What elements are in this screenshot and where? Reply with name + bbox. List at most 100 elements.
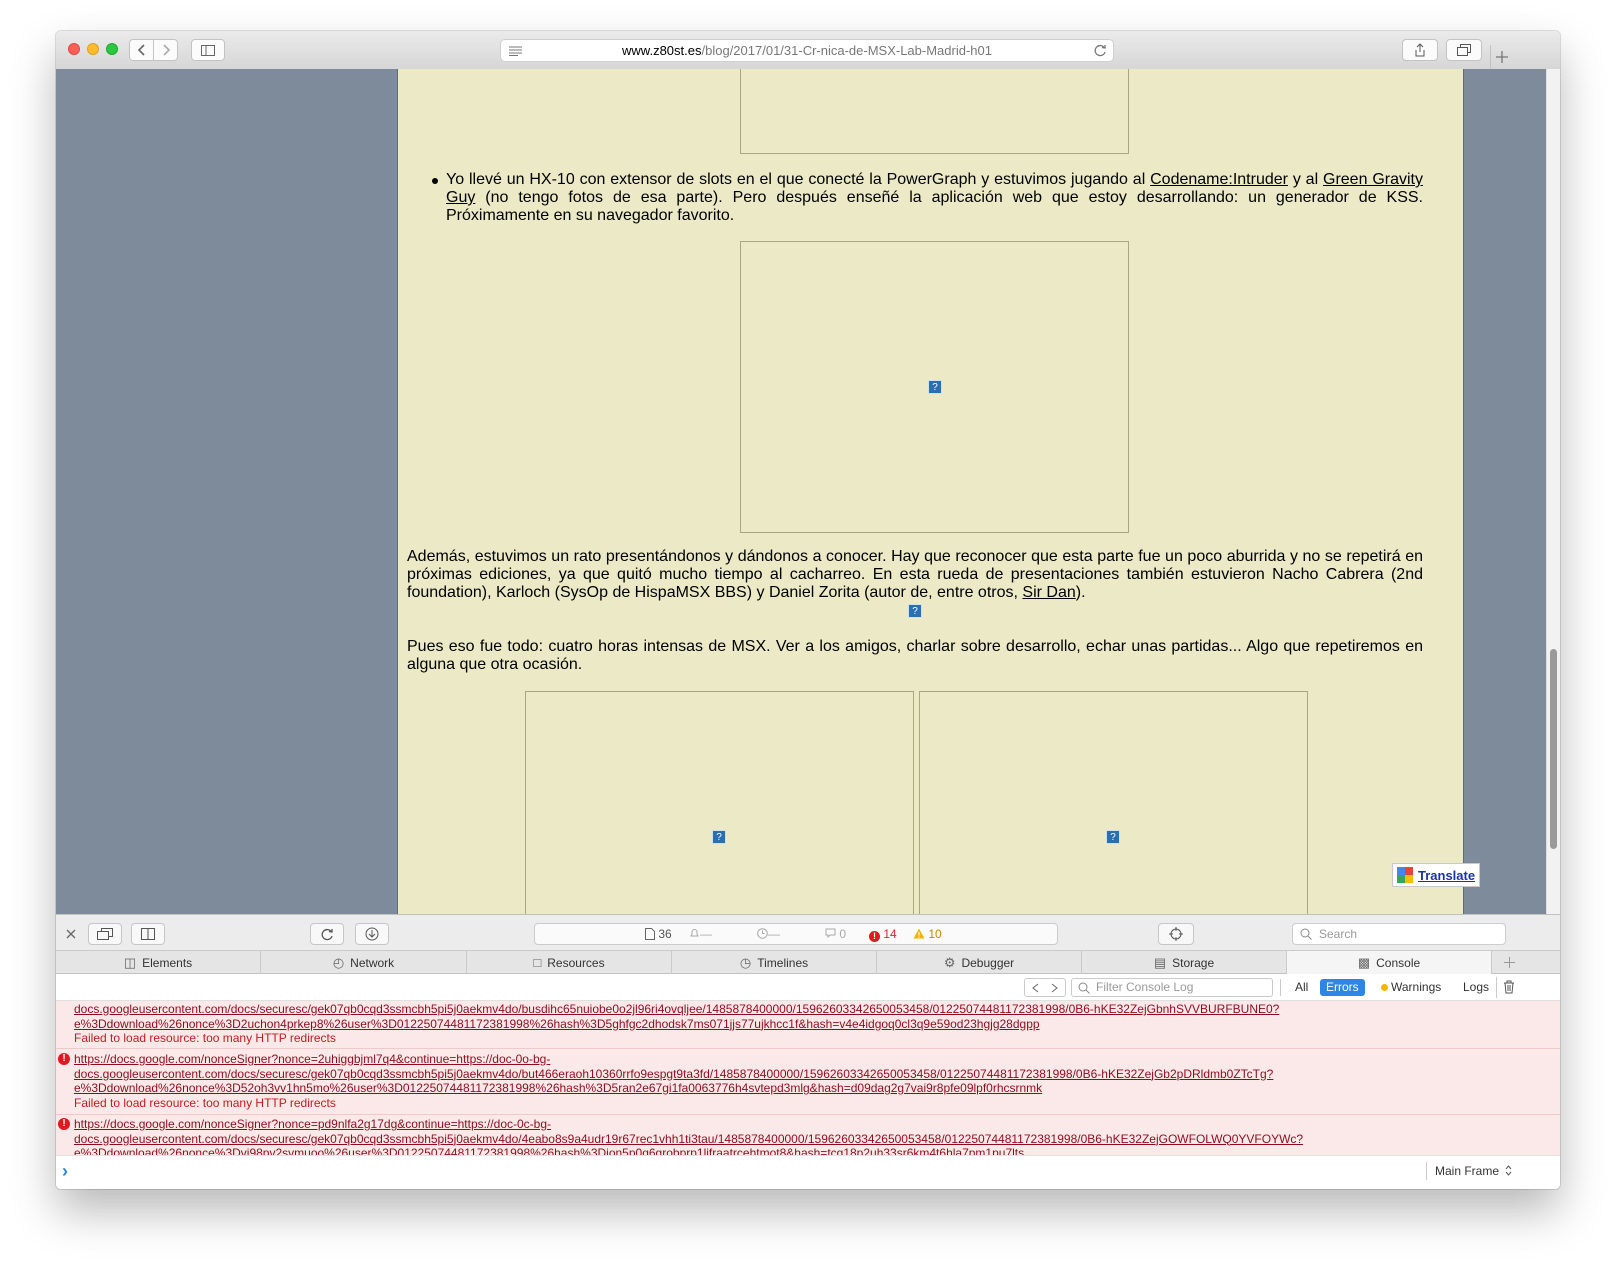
resources-indicator[interactable]: 36 [645, 927, 672, 941]
console-log: docs.googleusercontent.com/docs/securesc… [56, 1001, 1560, 1155]
error-url-line[interactable]: e%3Ddownload%26nonce%3D52oh3vv1hn5mo%26u… [56, 1081, 1560, 1096]
chevron-left-icon[interactable] [1032, 983, 1039, 993]
warnings-indicator[interactable]: 10 [913, 927, 942, 941]
tab-network[interactable]: ◴ Network [261, 951, 467, 974]
page-viewport: Yo llevé un HX-10 con extensor de slots … [56, 69, 1560, 914]
tab-label: Timelines [757, 955, 809, 970]
console-error-entry[interactable]: ! https://docs.google.com/nonceSigner?no… [56, 1117, 1560, 1155]
filter-errors[interactable]: Errors [1320, 979, 1365, 996]
divider [1426, 1162, 1427, 1180]
chevron-right-icon[interactable] [1051, 983, 1058, 993]
tab-elements[interactable]: ◫ Elements [56, 951, 261, 974]
show-tabs-button[interactable] [1446, 39, 1482, 61]
tab-storage[interactable]: ▤ Storage [1082, 951, 1287, 974]
tab-debugger[interactable]: ⚙ Debugger [877, 951, 1082, 974]
navigate-log-buttons[interactable] [1024, 978, 1066, 997]
undock-button[interactable] [88, 923, 122, 945]
activity-status[interactable]: 36 — — 0 ! 14 10 [534, 923, 1058, 945]
close-window-button[interactable] [68, 43, 80, 55]
filter-logs[interactable]: Logs [1457, 979, 1495, 996]
storage-icon: ▤ [1153, 954, 1167, 970]
error-icon: ! [58, 1118, 70, 1130]
close-devtools-button[interactable] [66, 926, 76, 944]
translate-link[interactable]: Translate [1418, 868, 1475, 883]
network-icon: ◴ [332, 954, 345, 970]
console-icon: ▩ [1357, 954, 1371, 970]
minimize-window-button[interactable] [87, 43, 99, 55]
link-codename-intruder[interactable]: Codename:Intruder [1150, 171, 1288, 188]
broken-image-icon: ? [1106, 830, 1120, 844]
error-url-line[interactable]: docs.googleusercontent.com/docs/securesc… [56, 1067, 1560, 1082]
error-url-line[interactable]: https://docs.google.com/nonceSigner?nonc… [56, 1052, 1560, 1067]
back-button[interactable] [129, 39, 154, 61]
errors-count: 14 [883, 927, 897, 941]
scrollbar-thumb[interactable] [1550, 649, 1557, 849]
error-url-line[interactable]: e%3Ddownload%26nonce%3Dvi98pv2svmuoo%26u… [56, 1146, 1560, 1155]
tab-label: Resources [547, 955, 605, 970]
address-bar[interactable]: www.z80st.es/blog/2017/01/31-Cr-nica-de-… [500, 39, 1114, 62]
translate-widget[interactable]: Translate [1392, 863, 1480, 887]
close-icon [66, 929, 76, 939]
reload-icon [321, 928, 333, 940]
reader-icon[interactable] [509, 46, 522, 56]
broken-image-icon: ? [908, 604, 922, 618]
tab-label: Network [350, 955, 395, 970]
article-paragraph: Pues eso fue todo: cuatro horas intensas… [407, 638, 1423, 674]
frame-selector[interactable]: Main Frame [1435, 1164, 1512, 1178]
error-icon: ! [58, 1053, 70, 1065]
trash-icon [1504, 980, 1514, 994]
errors-indicator[interactable]: ! 14 [869, 927, 897, 942]
time-value: — [768, 927, 780, 941]
error-url-line[interactable]: https://docs.google.com/nonceSigner?nonc… [56, 1117, 1560, 1132]
error-message: Failed to load resource: too many HTTP r… [74, 1031, 336, 1045]
link-sir-dan[interactable]: Sir Dan [1022, 584, 1075, 601]
devtools-search-input[interactable]: Search [1292, 923, 1506, 945]
plus-icon [1496, 51, 1508, 63]
reload-page-button[interactable] [310, 923, 344, 945]
resources-icon: □ [533, 955, 542, 970]
sidebar-toggle-button[interactable] [191, 39, 225, 61]
tab-label: Debugger [961, 955, 1015, 970]
console-filter-input[interactable]: Filter Console Log [1071, 978, 1273, 997]
url-path: /blog/2017/01/31-Cr-nica-de-MSX-Lab-Madr… [701, 43, 992, 58]
list-bullet [432, 178, 438, 184]
filter-all[interactable]: All [1289, 979, 1314, 996]
console-filter-bar: Filter Console Log All Errors Warnings L… [56, 974, 1560, 1001]
paragraph-text: ). [1075, 584, 1086, 601]
tab-timelines[interactable]: ◷ Timelines [672, 951, 877, 974]
dock-side-button[interactable] [131, 923, 165, 945]
element-picker-button[interactable] [1158, 923, 1194, 945]
error-url-line[interactable]: docs.googleusercontent.com/docs/securesc… [56, 1002, 1560, 1017]
filter-placeholder: Filter Console Log [1096, 980, 1194, 994]
paragraph-text: Pues eso fue todo: cuatro horas intensas… [407, 638, 1423, 673]
console-error-entry[interactable]: docs.googleusercontent.com/docs/securesc… [56, 1002, 1560, 1049]
warnings-count: 10 [928, 927, 942, 941]
title-bar: www.z80st.es/blog/2017/01/31-Cr-nica-de-… [56, 31, 1560, 70]
plus-icon [1503, 957, 1515, 968]
time-indicator[interactable]: — [757, 927, 780, 941]
add-tab-button[interactable] [1492, 951, 1526, 974]
filter-warnings[interactable]: Warnings [1378, 979, 1447, 996]
devtools-tab-bar: ◫ Elements ◴ Network □ Resources ◷ Timelines… [56, 950, 1560, 974]
reload-icon[interactable] [1094, 44, 1107, 57]
bell-indicator[interactable]: — [689, 927, 712, 941]
console-error-entry[interactable]: ! https://docs.google.com/nonceSigner?no… [56, 1052, 1560, 1115]
new-tab-button[interactable] [1490, 45, 1513, 69]
tab-resources[interactable]: □ Resources [467, 951, 672, 974]
forward-button[interactable] [153, 39, 178, 61]
tab-console[interactable]: ▩ Console [1287, 951, 1492, 974]
share-button[interactable] [1402, 39, 1438, 61]
error-url-line[interactable]: e%3Ddownload%26nonce%3D2uchon4prkep8%26u… [56, 1017, 1560, 1032]
console-prompt[interactable]: › Main Frame [56, 1155, 1560, 1189]
error-url-line[interactable]: docs.googleusercontent.com/docs/securesc… [56, 1132, 1560, 1147]
resources-count: 36 [658, 927, 672, 941]
article-paragraph: Además, estuvimos un rato presentándonos… [407, 548, 1423, 602]
logs-indicator[interactable]: 0 [825, 927, 846, 941]
warning-icon [913, 928, 925, 939]
tabs-icon [1457, 44, 1471, 56]
speech-bubble-icon [825, 928, 836, 939]
download-archive-button[interactable] [355, 923, 389, 945]
clear-log-button[interactable] [1503, 980, 1515, 999]
elements-icon: ◫ [123, 954, 137, 970]
zoom-window-button[interactable] [106, 43, 118, 55]
